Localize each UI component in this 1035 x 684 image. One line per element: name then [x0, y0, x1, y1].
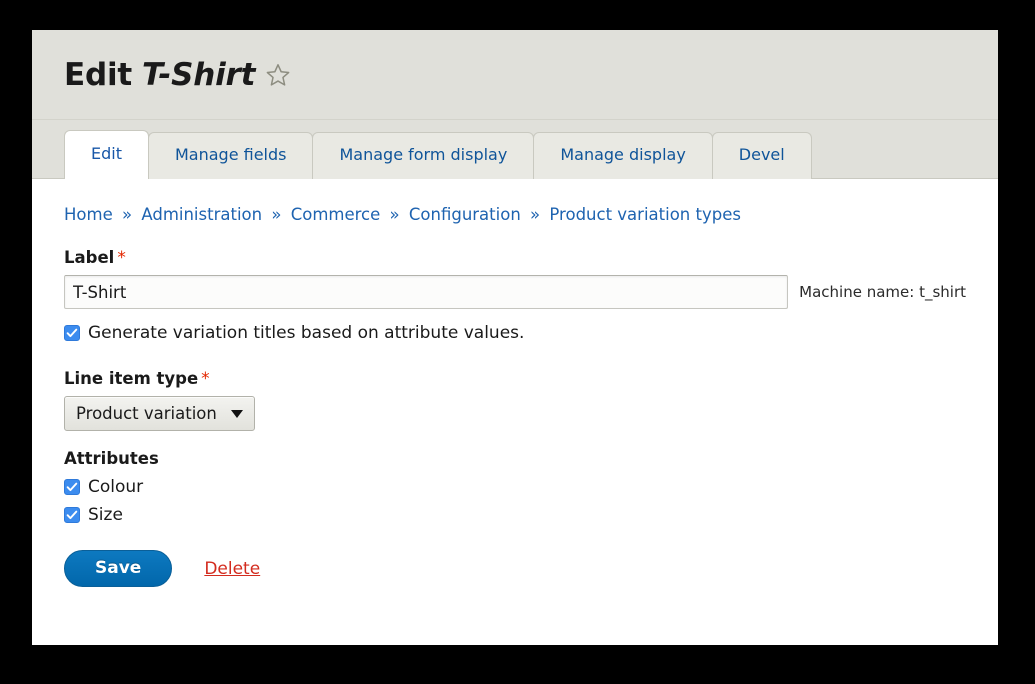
tab-manage-fields[interactable]: Manage fields: [147, 132, 314, 179]
attribute-size-label[interactable]: Size: [88, 505, 123, 525]
attribute-colour-checkbox[interactable]: [64, 479, 80, 495]
tab-manage-fields-label: Manage fields: [174, 145, 287, 164]
save-button[interactable]: Save: [64, 550, 173, 587]
generate-titles-checkbox[interactable]: [64, 325, 80, 341]
line-item-type-select[interactable]: Product variation: [64, 396, 255, 431]
attribute-row-size[interactable]: Size: [64, 505, 966, 525]
breadcrumb-item-product-variation-types[interactable]: Product variation types: [549, 205, 741, 224]
label-field-required-marker: *: [117, 248, 126, 268]
chevron-down-icon: [230, 409, 243, 418]
primary-tabs: Edit Manage fields Manage form display M…: [32, 120, 998, 180]
page-title: Edit T-Shirt: [64, 57, 291, 93]
breadcrumb-separator: »: [389, 205, 400, 224]
page-title-prefix: Edit: [64, 56, 133, 93]
breadcrumb-item-configuration[interactable]: Configuration: [409, 205, 521, 224]
label-input[interactable]: [64, 275, 789, 309]
tab-manage-form-display-label: Manage form display: [339, 145, 508, 164]
tab-manage-display-label: Manage display: [560, 145, 686, 164]
page-title-entity: T-Shirt: [142, 56, 256, 93]
attribute-row-colour[interactable]: Colour: [64, 477, 966, 497]
star-outline-icon[interactable]: [265, 60, 291, 86]
label-field-label: Label *: [64, 248, 966, 268]
line-item-type-label: Line item type *: [64, 369, 966, 389]
breadcrumb-item-home[interactable]: Home: [64, 205, 113, 224]
admin-page-panel: Edit T-Shirt Edit Manage fields Manage f…: [32, 30, 998, 645]
screenshot-root: Edit T-Shirt Edit Manage fields Manage f…: [0, 0, 1035, 684]
machine-name-text: Machine name: t_shirt: [799, 283, 966, 301]
line-item-type-selected-value: Product variation: [76, 404, 217, 423]
breadcrumb-separator: »: [121, 205, 133, 224]
tab-edit[interactable]: Edit: [64, 130, 149, 180]
label-field-row: Machine name: t_shirt: [64, 275, 966, 309]
delete-link[interactable]: Delete: [204, 559, 260, 579]
page-content: Home » Administration » Commerce » Confi…: [32, 179, 998, 617]
line-item-type-label-text: Line item type: [64, 369, 199, 388]
attribute-colour-label[interactable]: Colour: [88, 477, 143, 497]
breadcrumb-item-commerce[interactable]: Commerce: [291, 205, 381, 224]
attribute-size-checkbox[interactable]: [64, 507, 80, 523]
tab-manage-form-display[interactable]: Manage form display: [312, 132, 535, 179]
breadcrumb: Home » Administration » Commerce » Confi…: [64, 205, 966, 224]
line-item-type-required-marker: *: [201, 369, 210, 389]
tab-devel[interactable]: Devel: [711, 132, 812, 179]
tab-manage-display[interactable]: Manage display: [533, 132, 713, 179]
form-actions: Save Delete: [64, 550, 966, 617]
breadcrumb-separator: »: [271, 205, 282, 224]
label-field-label-text: Label: [64, 248, 115, 267]
tab-devel-label: Devel: [738, 145, 785, 164]
breadcrumb-item-administration[interactable]: Administration: [141, 205, 262, 224]
breadcrumb-separator: »: [530, 205, 541, 224]
generate-titles-label[interactable]: Generate variation titles based on attri…: [88, 323, 524, 343]
page-header: Edit T-Shirt: [32, 30, 998, 120]
generate-titles-row[interactable]: Generate variation titles based on attri…: [64, 323, 966, 343]
tab-edit-label: Edit: [91, 144, 122, 163]
attributes-heading: Attributes: [64, 449, 159, 468]
